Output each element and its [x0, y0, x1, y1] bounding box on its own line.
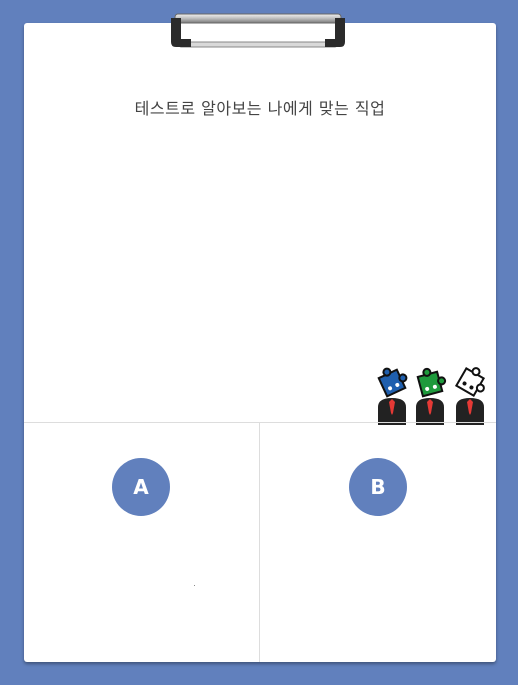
page-title-text: 테스트로 알아보는 나에게 맞는 직업: [134, 99, 386, 118]
paper-sheet: 테스트로 알아보는 나에게 맞는 직업 A B: [24, 23, 496, 662]
choice-b-circle[interactable]: B: [349, 458, 407, 516]
person-white-icon: [454, 366, 486, 425]
choice-a-button[interactable]: A: [24, 423, 259, 662]
page-title: 테스트로 알아보는 나에게 맞는 직업: [126, 95, 393, 121]
choice-b-label: B: [370, 475, 386, 499]
person-green-icon: [416, 367, 447, 425]
clipboard-clip-icon: [171, 13, 345, 48]
choice-b-button[interactable]: B: [260, 423, 496, 662]
stray-dot: [194, 585, 195, 586]
clipboard-board: 테스트로 알아보는 나에게 맞는 직업 A B: [0, 0, 518, 685]
page-title-wrap: 테스트로 알아보는 나에게 맞는 직업: [24, 95, 496, 121]
puzzle-head-people-icon: [377, 366, 486, 425]
choice-a-label: A: [133, 475, 149, 499]
person-blue-icon: [377, 367, 408, 425]
choice-a-circle[interactable]: A: [112, 458, 170, 516]
